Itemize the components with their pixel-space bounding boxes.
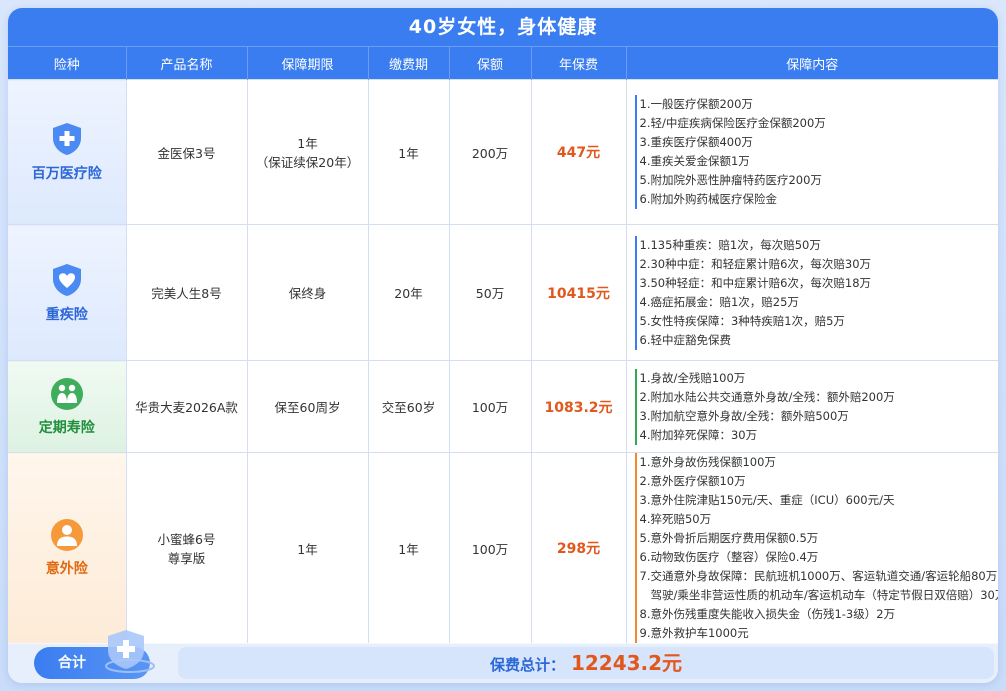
content-cell: 1.意外身故伤残保额100万 2.意外医疗保额10万 3.意外住院津贴150元/… <box>625 452 998 643</box>
coverage-list: 1.135种重疾：赔1次，每次赔50万 2.30种中症：和轻症累计赔6次，每次赔… <box>634 235 989 350</box>
payment-cell: 1年 <box>367 79 449 225</box>
list-item: 2.轻/中症疾病保险医疗金保额200万 <box>634 114 989 133</box>
summary-label: 合计 <box>58 655 86 671</box>
type-cell: 定期寿险 <box>8 360 126 453</box>
header-term: 保障期限 <box>246 46 368 80</box>
table-row: 重疾险 完美人生8号 保终身 20年 50万 10415元 1.135种重疾：赔… <box>8 224 998 361</box>
type-label: 定期寿险 <box>38 419 95 436</box>
list-item: 5.女性特疾保障：3种特疾赔1次，赔5万 <box>634 311 989 331</box>
header-type: 险种 <box>8 46 126 80</box>
content-cell: 1.135种重疾：赔1次，每次赔50万 2.30种中症：和轻症累计赔6次，每次赔… <box>625 224 998 361</box>
coverage-list: 1.身故/全残赔100万 2.附加水陆公共交通意外身故/全残：额外赔200万 3… <box>634 368 989 445</box>
product-edition: 尊享版 <box>167 551 206 566</box>
header-premium: 年保费 <box>530 46 626 80</box>
coverage-cell: 100万 <box>448 452 531 643</box>
summary-total: 保费总计： 12243.2元 <box>178 647 994 679</box>
type-label: 意外险 <box>45 561 88 577</box>
list-item: 1.一般医疗保额200万 <box>634 95 989 114</box>
list-item: 6.轻中症豁免保费 <box>634 330 989 350</box>
premium-cell: 298元 <box>530 452 626 643</box>
list-item: 7.交通意外身故保障：民航班机1000万、客运轨道交通/客运轮船80万 <box>634 567 997 586</box>
list-item: 5.附加院外恶性肿瘤特药医疗200万 <box>634 171 989 190</box>
table-row: 定期寿险 华贵大麦2026A款 保至60周岁 交至60岁 100万 1083.2… <box>8 360 998 453</box>
list-item: 6.附加外购药械医疗保险金 <box>634 190 989 209</box>
list-item: 1.意外身故伤残保额100万 <box>634 453 989 472</box>
product-cell: 完美人生8号 <box>125 224 247 361</box>
list-item: 3.附加航空意外身故/全残：额外赔500万 <box>634 406 989 426</box>
header-product: 产品名称 <box>125 46 247 80</box>
coverage-cell: 50万 <box>448 224 531 361</box>
shield-heart-icon <box>52 263 81 296</box>
premium-cell: 1083.2元 <box>530 360 626 453</box>
premium-cell: 447元 <box>530 79 626 225</box>
table-row: 意外险 小蜜蜂6号 尊享版 1年 1年 100万 298元 1.意外身故伤残保额… <box>8 452 998 643</box>
person-icon <box>50 519 83 551</box>
list-item: 1.身故/全残赔100万 <box>634 368 989 388</box>
premium-cell: 10415元 <box>530 224 626 361</box>
list-item: 2.30种中症：和轻症累计赔6次，每次赔30万 <box>634 254 989 274</box>
term-cell: 1年 （保证续保20年） <box>246 79 368 225</box>
product-name: 小蜜蜂6号 <box>157 532 216 547</box>
coverage-cell: 100万 <box>448 360 531 453</box>
type-cell: 重疾险 <box>8 224 126 361</box>
list-item: 3.重疾医疗保额400万 <box>634 133 989 152</box>
list-item: 3.50种轻症：和中症累计赔6次，每次赔18万 <box>634 273 989 293</box>
payment-cell: 交至60岁 <box>367 360 449 453</box>
list-item: 2.意外医疗保额10万 <box>634 472 989 491</box>
shield-plus-icon <box>52 123 81 155</box>
header-payment: 缴费期 <box>367 46 449 80</box>
content-cell: 1.一般医疗保额200万 2.轻/中症疾病保险医疗金保额200万 3.重疾医疗保… <box>625 79 998 225</box>
shield-plus-icon <box>105 630 155 673</box>
list-item: 1.135种重疾：赔1次，每次赔50万 <box>634 235 989 255</box>
payment-cell: 1年 <box>367 452 449 643</box>
table-header-row: 险种 产品名称 保障期限 缴费期 保额 年保费 保障内容 <box>8 46 998 80</box>
coverage-list: 1.一般医疗保额200万 2.轻/中症疾病保险医疗金保额200万 3.重疾医疗保… <box>634 95 989 209</box>
term-line: 1年 <box>297 136 318 151</box>
summary-total-value: 12243.2元 <box>570 651 683 675</box>
coverage-cell: 200万 <box>448 79 531 225</box>
insurance-table: 险种 产品名称 保障期限 缴费期 保额 年保费 保障内容 百万医疗险 金医保3号… <box>8 46 998 643</box>
content-cell: 1.身故/全残赔100万 2.附加水陆公共交通意外身故/全残：额外赔200万 3… <box>625 360 998 453</box>
list-item: 2.附加水陆公共交通意外身故/全残：额外赔200万 <box>634 387 989 407</box>
product-cell: 小蜜蜂6号 尊享版 <box>125 452 247 643</box>
summary-total-label: 保费总计： <box>489 656 565 674</box>
family-icon <box>50 377 83 410</box>
type-label: 重疾险 <box>45 306 88 323</box>
type-label: 百万医疗险 <box>31 166 102 182</box>
list-item: 5.意外骨折后期医疗费用保额0.5万 <box>634 529 989 548</box>
page-title: 40岁女性，身体健康 <box>8 8 998 46</box>
header-coverage: 保额 <box>448 46 531 80</box>
list-item: 4.重疾关爱金保额1万 <box>634 152 989 171</box>
header-content: 保障内容 <box>625 46 998 80</box>
product-cell: 华贵大麦2026A款 <box>125 360 247 453</box>
term-cell: 保终身 <box>246 224 368 361</box>
term-cell: 1年 <box>246 452 368 643</box>
list-item: 3.意外住院津贴150元/天、重症（ICU）600元/天 <box>634 491 989 510</box>
product-cell: 金医保3号 <box>125 79 247 225</box>
coverage-list: 1.意外身故伤残保额100万 2.意外医疗保额10万 3.意外住院津贴150元/… <box>634 453 998 643</box>
insurance-plan-card: 40岁女性，身体健康 险种 产品名称 保障期限 缴费期 保额 年保费 保障内容 <box>8 8 998 683</box>
term-cell: 保至60周岁 <box>246 360 368 453</box>
list-item: 驾驶/乘坐非营运性质的机动车/客运机动车（特定节假日双倍赔）30万 <box>634 586 998 605</box>
type-cell: 意外险 <box>8 452 126 643</box>
type-cell: 百万医疗险 <box>8 79 126 225</box>
list-item: 4.猝死赔50万 <box>634 510 989 529</box>
list-item: 6.动物致伤医疗（整容）保险0.4万 <box>634 548 989 567</box>
list-item: 8.意外伤残重度失能收入损失金（伤残1-3级）2万 <box>634 605 989 624</box>
payment-cell: 20年 <box>367 224 449 361</box>
list-item: 9.意外救护车1000元 <box>634 624 989 643</box>
table-row: 百万医疗险 金医保3号 1年 （保证续保20年） 1年 200万 447元 1.… <box>8 79 998 225</box>
list-item: 4.附加猝死保障：30万 <box>634 425 989 445</box>
summary-bar: 合计 保费总计： 12243.2元 <box>8 630 998 683</box>
term-note: （保证续保20年） <box>255 155 360 170</box>
list-item: 4.癌症拓展金：赔1次，赔25万 <box>634 292 989 312</box>
